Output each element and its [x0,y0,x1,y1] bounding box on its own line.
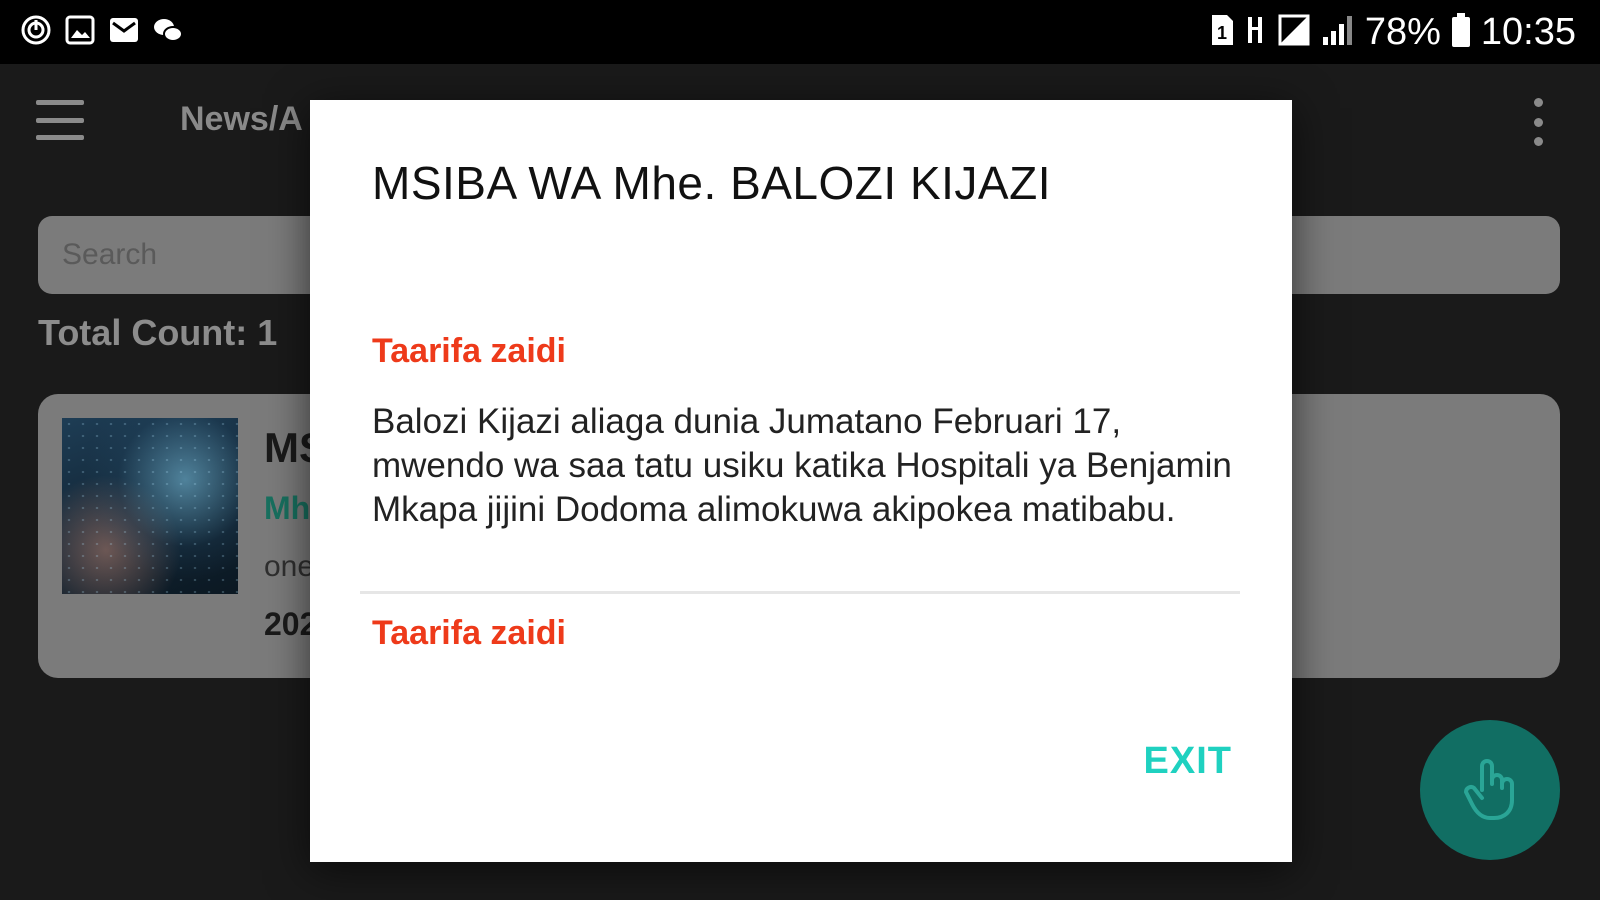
news-thumbnail [62,418,238,594]
mail-icon [108,14,140,46]
no-signal-icon [1277,13,1311,52]
dialog-title: MSIBA WA Mhe. BALOZI KIJAZI [372,157,1051,209]
hamburger-menu-icon[interactable] [36,100,84,140]
news-summary: one [264,550,315,583]
news-detail-dialog: MSIBA WA Mhe. BALOZI KIJAZI Taarifa zaid… [310,100,1292,862]
exit-button[interactable]: EXIT [1144,740,1232,783]
touch-fab-button[interactable] [1420,720,1560,860]
gallery-icon [64,14,96,46]
chat-icon [152,14,184,46]
data-arrows-icon [1245,13,1267,52]
more-vert-icon[interactable] [1530,98,1546,146]
app-screen: 1 78% 10:35 News/A Total Count: 1 [0,0,1600,900]
touch-hand-icon [1460,756,1520,825]
clock: 10:35 [1480,11,1576,53]
dialog-body-text: Balozi Kijazi aliaga dunia Jumatano Febr… [372,402,1232,529]
battery-percent: 78% [1364,11,1441,53]
battery-icon [1451,12,1471,53]
total-count-label: Total Count: 1 [38,312,278,353]
alarm-icon [20,14,52,46]
notification-icons [20,14,184,46]
svg-text:1: 1 [1217,23,1227,43]
toolbar-title: News/A [180,100,303,138]
status-bar: 1 78% 10:35 [0,0,1600,64]
more-info-link-top[interactable]: Taarifa zaidi [372,332,566,371]
more-info-link-bottom[interactable]: Taarifa zaidi [372,614,566,653]
sim-icon: 1 [1209,13,1235,52]
signal-icon [1321,13,1355,52]
news-subtitle: Mh [264,490,311,526]
dialog-divider [360,591,1240,594]
system-status: 1 78% 10:35 [1209,8,1576,56]
